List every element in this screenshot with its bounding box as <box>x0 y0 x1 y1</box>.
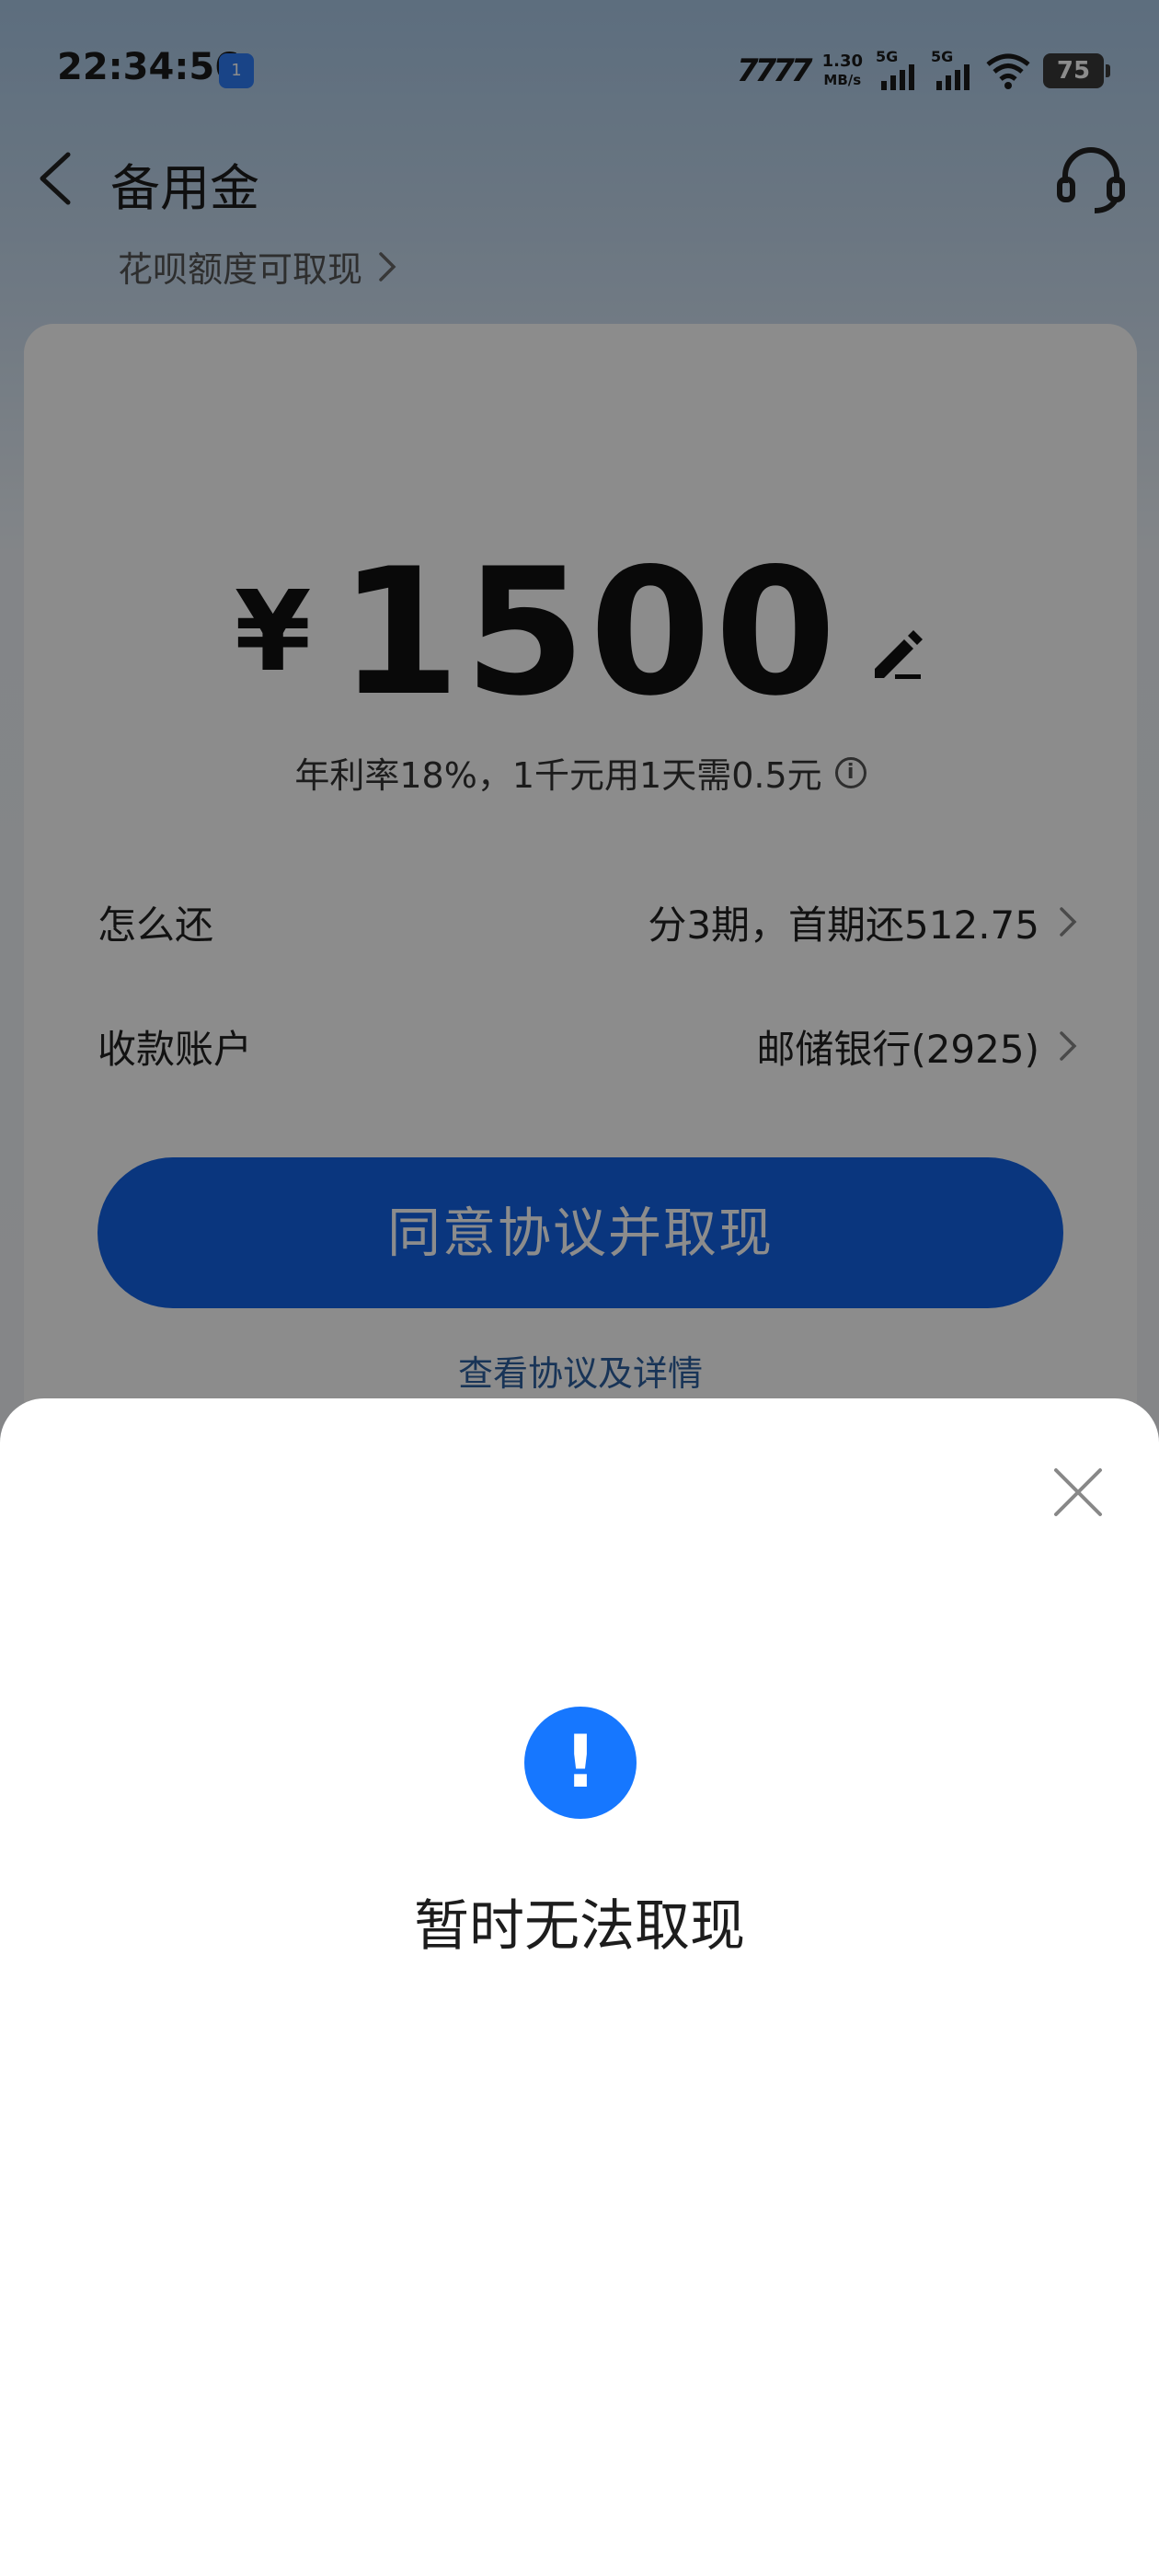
close-icon[interactable] <box>1049 1463 1107 1522</box>
alert-icon: ! <box>524 1707 637 1819</box>
error-bottom-sheet: ! 暂时无法取现 <box>0 1398 1159 2576</box>
error-message: 暂时无法取现 <box>414 1894 745 1959</box>
